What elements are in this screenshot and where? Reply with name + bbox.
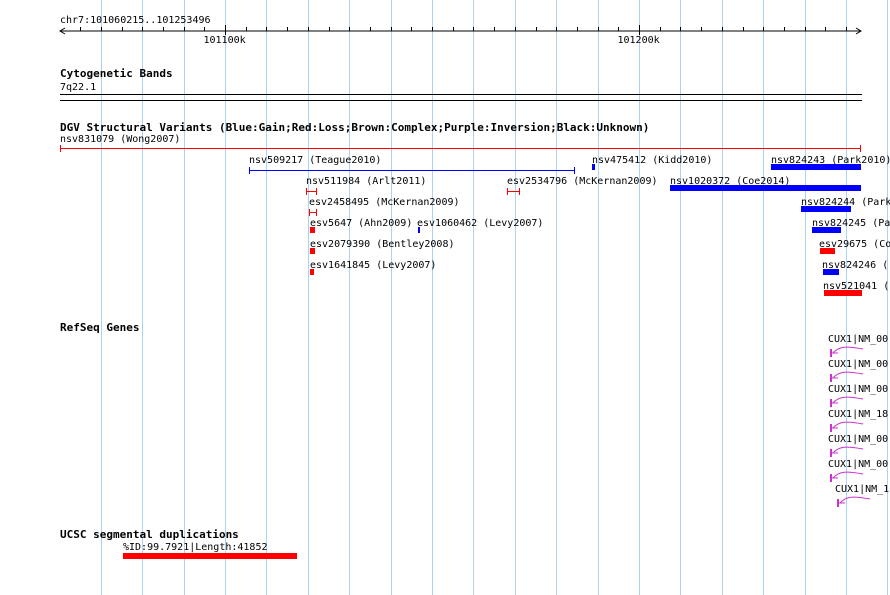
- refseq-gene-label[interactable]: CUX1|NM_1: [835, 484, 889, 495]
- dgv-track-title: DGV Structural Variants (Blue:Gain;Red:L…: [60, 121, 650, 134]
- refseq-gene-label[interactable]: CUX1|NM_00: [828, 434, 888, 445]
- grid-line: [680, 0, 681, 595]
- grid-line: [142, 0, 143, 595]
- grid-line: [556, 0, 557, 595]
- dgv-feature-glyph[interactable]: [820, 248, 835, 254]
- dgv-feature-glyph[interactable]: [801, 206, 851, 212]
- grid-line: [225, 0, 226, 595]
- dgv-feature-glyph[interactable]: [507, 188, 520, 195]
- gene-intron-arc: [832, 371, 864, 379]
- grid-line: [763, 0, 764, 595]
- gene-intron-arc: [832, 446, 864, 454]
- dgv-feature-glyph[interactable]: [592, 164, 595, 170]
- gene-intron-arc: [832, 396, 864, 404]
- dgv-feature-label[interactable]: nsv509217 (Teague2010): [249, 155, 381, 166]
- dgv-feature-glyph[interactable]: [670, 185, 861, 191]
- dgv-feature-glyph[interactable]: [309, 209, 317, 216]
- segdup-feature-label[interactable]: %ID:99.7921|Length:41852: [123, 542, 268, 553]
- cytoband-label: 7q22.1: [60, 82, 97, 93]
- dgv-feature-glyph[interactable]: [310, 227, 315, 233]
- refseq-gene-glyph[interactable]: [829, 470, 869, 484]
- genome-browser-view: chr7:101060215..101253496 101100k 101200…: [0, 0, 890, 595]
- dgv-feature-label[interactable]: esv2534796 (McKernan2009): [507, 176, 658, 187]
- ruler-tick-label: 101200k: [617, 35, 660, 46]
- dgv-feature-label[interactable]: esv1641845 (Levy2007): [310, 260, 436, 271]
- segdup-feature-bar[interactable]: [123, 553, 297, 559]
- refseq-gene-glyph[interactable]: [829, 395, 869, 409]
- dgv-feature-label[interactable]: esv2458495 (McKernan2009): [309, 197, 460, 208]
- dgv-feature-glyph[interactable]: [771, 164, 861, 170]
- grid-line: [598, 0, 599, 595]
- dgv-feature-line: [61, 148, 860, 149]
- grid-line: [887, 0, 888, 595]
- cytoband-band-top: [60, 94, 862, 95]
- dgv-feature-label[interactable]: esv1060462 (Levy2007): [417, 218, 543, 229]
- grid-line: [349, 0, 350, 595]
- dgv-feature-line: [307, 191, 316, 192]
- refseq-gene-label[interactable]: CUX1|NM_00: [828, 459, 888, 470]
- dgv-feature-glyph[interactable]: [812, 227, 841, 233]
- dgv-feature-label[interactable]: nsv831079 (Wong2007): [60, 134, 180, 145]
- refseq-track-title: RefSeq Genes: [60, 321, 140, 334]
- gene-intron-arc: [832, 421, 864, 429]
- grid-line: [266, 0, 267, 595]
- dgv-feature-line: [310, 212, 316, 213]
- grid-line: [184, 0, 185, 595]
- grid-line: [639, 0, 640, 595]
- grid-line: [805, 0, 806, 595]
- dgv-feature-glyph[interactable]: [60, 145, 861, 152]
- cytoband-band-bottom: [60, 100, 862, 101]
- grid-line: [308, 0, 309, 595]
- grid-line: [473, 0, 474, 595]
- dgv-feature-glyph[interactable]: [824, 290, 862, 296]
- dgv-feature-label[interactable]: esv2079390 (Bentley2008): [310, 239, 455, 250]
- refseq-gene-glyph[interactable]: [829, 420, 869, 434]
- dgv-feature-glyph[interactable]: [249, 167, 575, 174]
- refseq-gene-label[interactable]: CUX1|NM_18: [828, 409, 888, 420]
- ruler-minor-ticks: [80, 27, 847, 31]
- dgv-feature-glyph[interactable]: [306, 188, 317, 195]
- refseq-gene-label[interactable]: CUX1|NM_00: [828, 334, 888, 345]
- refseq-gene-glyph[interactable]: [829, 370, 869, 384]
- gene-intron-arc: [832, 471, 864, 479]
- dgv-feature-glyph[interactable]: [310, 269, 314, 275]
- dgv-feature-glyph[interactable]: [418, 227, 420, 233]
- segdup-track-title: UCSC segmental duplications: [60, 528, 239, 541]
- grid-line: [722, 0, 723, 595]
- ruler-tick-label: 101100k: [203, 35, 246, 46]
- dgv-feature-line: [250, 170, 574, 171]
- gene-intron-arc: [839, 496, 871, 504]
- dgv-feature-line: [508, 191, 519, 192]
- grid-line: [432, 0, 433, 595]
- cytoband-track-title: Cytogenetic Bands: [60, 67, 173, 80]
- gene-intron-arc: [832, 346, 864, 354]
- dgv-feature-glyph[interactable]: [310, 248, 315, 254]
- grid-line: [101, 0, 102, 595]
- refseq-gene-glyph[interactable]: [836, 495, 876, 509]
- refseq-gene-label[interactable]: CUX1|NM_00: [828, 359, 888, 370]
- dgv-feature-label[interactable]: nsv511984 (Arlt2011): [306, 176, 426, 187]
- grid-line: [515, 0, 516, 595]
- dgv-feature-label[interactable]: nsv475412 (Kidd2010): [592, 155, 712, 166]
- refseq-gene-label[interactable]: CUX1|NM_00: [828, 384, 888, 395]
- refseq-gene-glyph[interactable]: [829, 345, 869, 359]
- dgv-feature-glyph[interactable]: [823, 269, 839, 275]
- refseq-gene-glyph[interactable]: [829, 445, 869, 459]
- ruler-axis: [59, 25, 862, 35]
- dgv-feature-label[interactable]: esv5647 (Ahn2009): [310, 218, 412, 229]
- grid-line: [391, 0, 392, 595]
